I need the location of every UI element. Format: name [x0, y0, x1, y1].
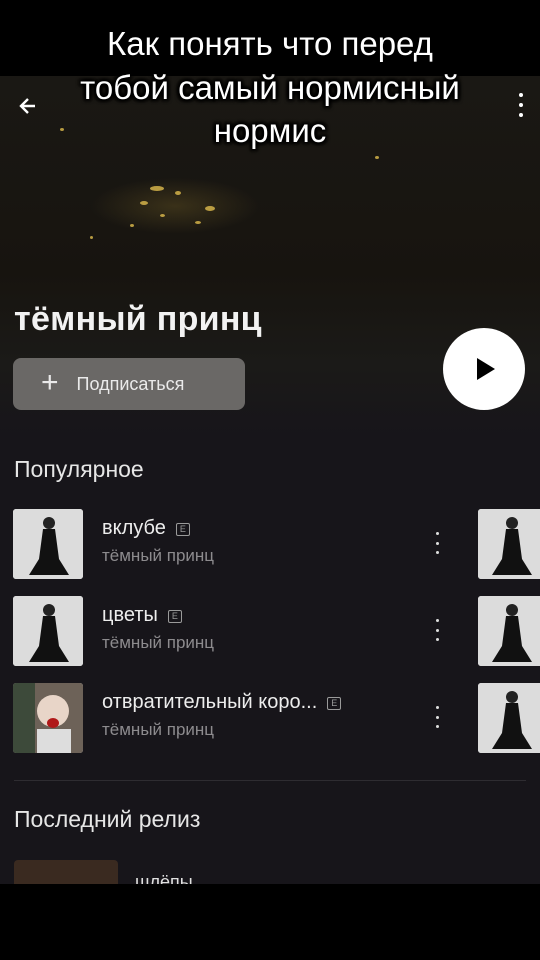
- artist-page: тёмный принц + Подписаться Популярное вк…: [0, 76, 540, 884]
- subscribe-label: Подписаться: [76, 373, 185, 394]
- subscribe-button[interactable]: + Подписаться: [13, 358, 245, 410]
- track-title: цветы E: [102, 604, 182, 627]
- caption-line-3: нормис: [213, 112, 327, 150]
- track-cover: [13, 596, 83, 666]
- track-artist: тёмный принц: [102, 546, 215, 565]
- popular-section-title: Популярное: [14, 456, 144, 482]
- explicit-badge: E: [327, 697, 342, 710]
- track-title: отвратительный коро... E: [102, 691, 342, 714]
- explicit-badge: E: [175, 523, 190, 536]
- section-divider: [14, 780, 526, 781]
- play-button[interactable]: [443, 328, 525, 410]
- track-cover-next[interactable]: [478, 509, 540, 579]
- latest-release-title: Последний релиз: [14, 806, 201, 832]
- track-menu-button[interactable]: [431, 619, 443, 641]
- play-icon: [477, 358, 495, 380]
- track-row[interactable]: цветы E тёмный принц: [0, 596, 540, 668]
- screen: Как понять что перед тобой самый нормисн…: [0, 0, 540, 960]
- artist-name: тёмный принц: [14, 300, 262, 338]
- track-artist: тёмный принц: [102, 633, 215, 652]
- explicit-badge: E: [167, 610, 182, 623]
- track-row[interactable]: отвратительный коро... E тёмный принц: [0, 683, 540, 755]
- track-artist: тёмный принц: [102, 720, 215, 739]
- bottom-black-bar: [0, 884, 540, 960]
- track-cover: [13, 509, 83, 579]
- track-cover-next[interactable]: [478, 596, 540, 666]
- release-title[interactable]: шлёпы: [135, 872, 193, 884]
- track-menu-button[interactable]: [431, 532, 443, 554]
- plus-icon: +: [41, 366, 59, 399]
- track-title: вклубе E: [102, 517, 190, 540]
- track-row[interactable]: вклубе E тёмный принц: [0, 509, 540, 581]
- track-cover: [13, 683, 83, 753]
- release-cover[interactable]: [14, 860, 118, 884]
- meme-caption: Как понять что перед тобой самый нормисн…: [0, 22, 540, 153]
- caption-line-2: тобой самый нормисный: [80, 68, 460, 106]
- caption-line-1: Как понять что перед: [107, 25, 433, 62]
- track-menu-button[interactable]: [431, 706, 443, 728]
- track-cover-next[interactable]: [478, 683, 540, 753]
